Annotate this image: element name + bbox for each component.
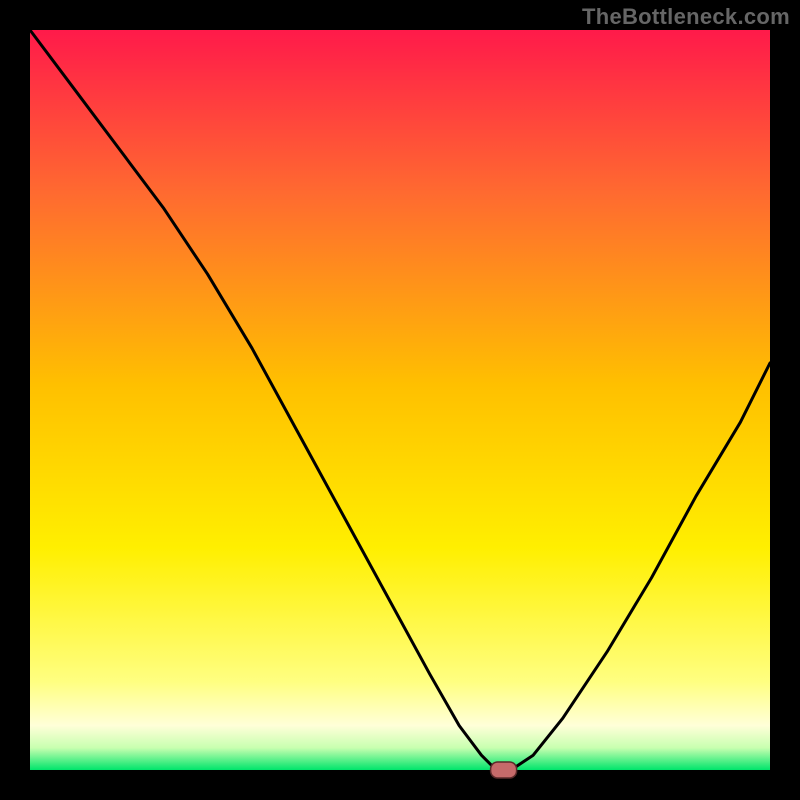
chart-frame: { "watermark": "TheBottleneck.com", "col… [0, 0, 800, 800]
plot-background [30, 30, 770, 770]
optimum-marker [491, 762, 517, 778]
bottleneck-chart [0, 0, 800, 800]
watermark-text: TheBottleneck.com [582, 4, 790, 30]
